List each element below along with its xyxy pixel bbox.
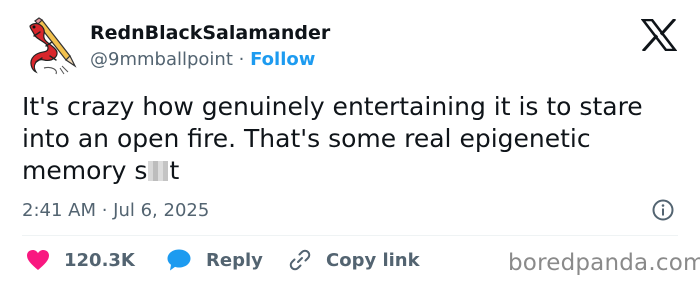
tweet-text-line: It's crazy how genuinely entertaining it…	[22, 92, 643, 121]
tweet-timestamp[interactable]: 2:41 AM · Jul 6, 2025	[22, 200, 209, 221]
heart-icon	[27, 250, 49, 270]
speech-bubble-icon	[167, 249, 191, 271]
tweet-text-fragment: t	[169, 156, 180, 185]
salamander-pencil-icon	[29, 17, 77, 75]
separator-dot: ·	[238, 49, 245, 70]
author-display-name[interactable]: RednBlackSalamander	[90, 22, 330, 44]
watermark: boredpanda.com	[508, 250, 700, 276]
link-icon	[289, 249, 311, 271]
reply-button[interactable]: Reply	[166, 245, 263, 275]
like-count: 120.3K	[64, 249, 135, 271]
reply-label: Reply	[206, 249, 263, 271]
copy-link-button[interactable]: Copy link	[288, 245, 420, 275]
like-button[interactable]: 120.3K	[26, 245, 135, 275]
tweet-text: It's crazy how genuinely entertaining it…	[22, 91, 682, 187]
avatar[interactable]	[22, 16, 78, 78]
censor-block	[148, 161, 169, 181]
info-icon[interactable]	[651, 198, 675, 222]
author-handle-row: @9mmballpoint · Follow	[90, 49, 315, 70]
author-handle[interactable]: @9mmballpoint	[90, 49, 233, 70]
follow-button[interactable]: Follow	[250, 49, 315, 70]
tweet-card: RednBlackSalamander @9mmballpoint · Foll…	[0, 0, 700, 287]
tweet-text-fragment: memory s	[22, 156, 148, 185]
x-logo-icon[interactable]	[641, 19, 677, 51]
tweet-text-line: into an open fire. That's some real epig…	[22, 124, 591, 153]
tweet-text-line: memory s t	[22, 155, 682, 187]
divider	[22, 235, 678, 236]
copy-link-label: Copy link	[326, 249, 420, 271]
